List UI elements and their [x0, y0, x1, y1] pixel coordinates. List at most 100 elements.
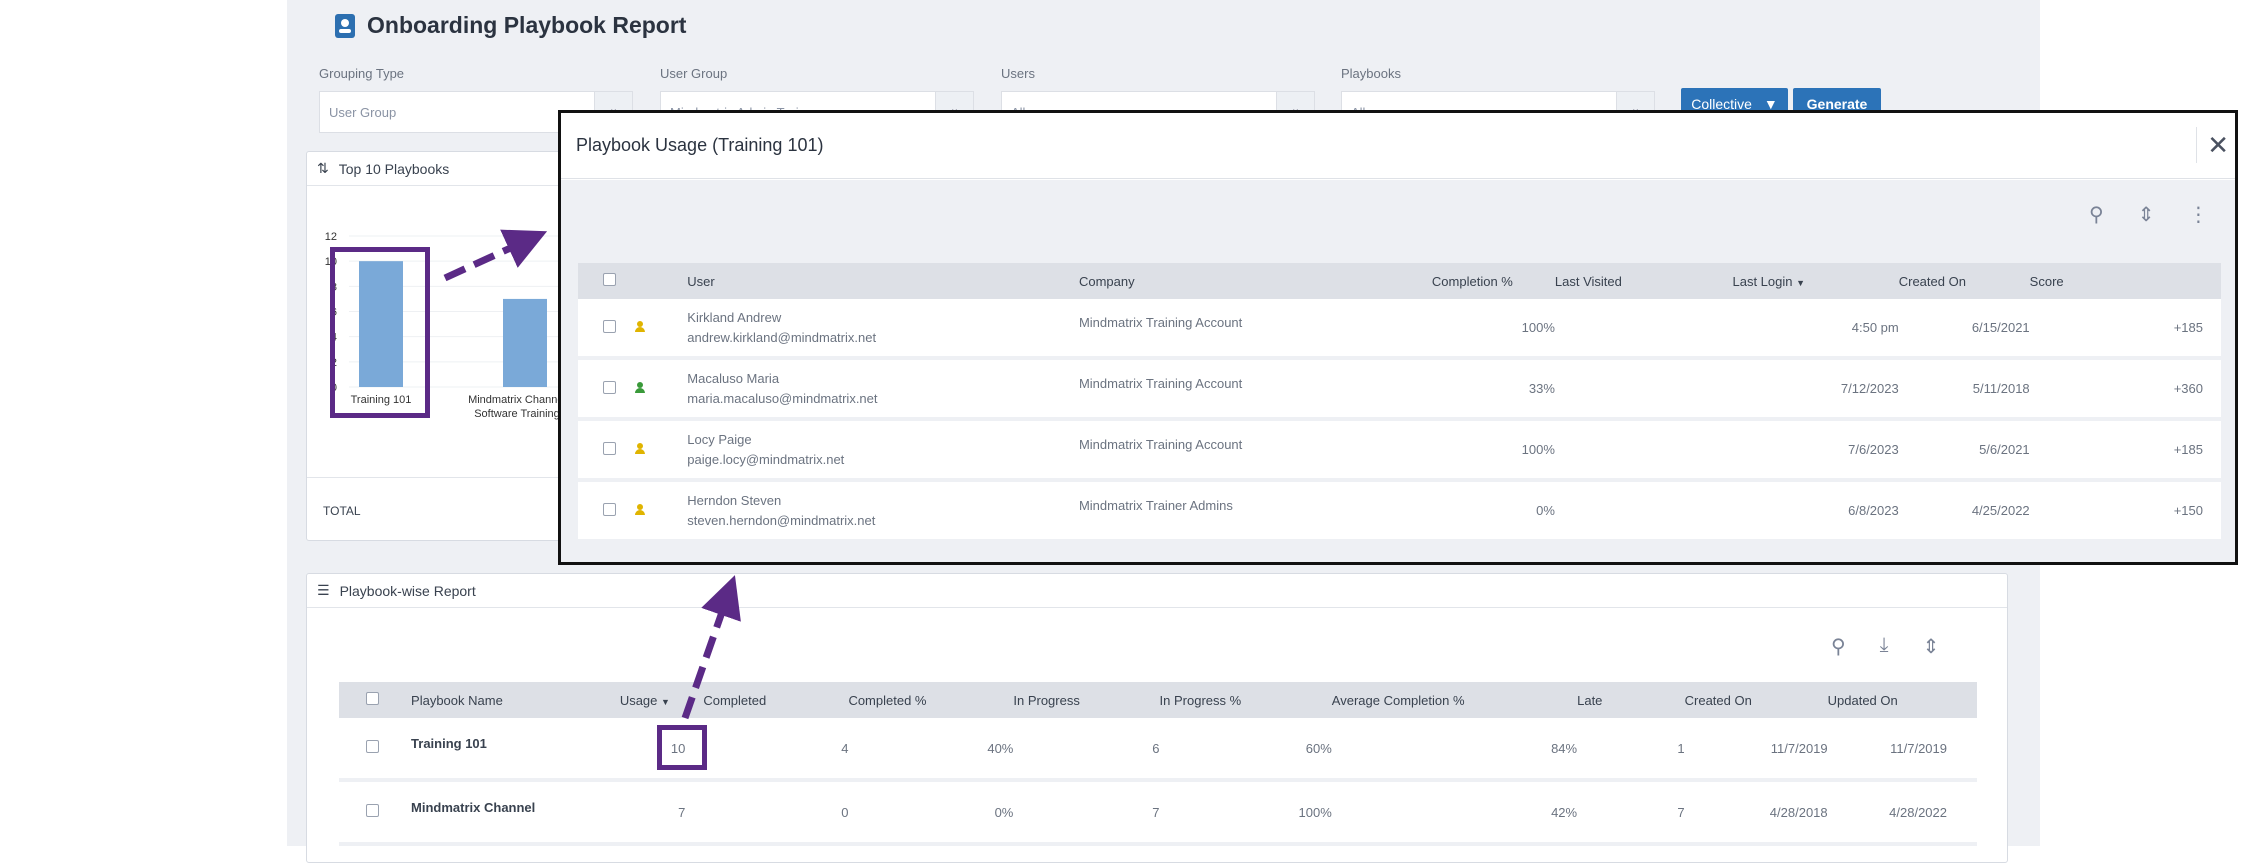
select-all-checkbox[interactable] — [366, 692, 379, 705]
y-tick-label: 12 — [325, 231, 337, 243]
close-icon[interactable]: ✕ — [2196, 127, 2229, 163]
status-col — [634, 263, 688, 299]
col-in-progress[interactable]: In Progress — [1013, 682, 1160, 718]
col-user[interactable]: User — [687, 263, 1079, 299]
col-usage[interactable]: Usage ▼ — [619, 682, 704, 718]
in-progress-pct: 60% — [1159, 718, 1332, 782]
completed-pct: 0% — [848, 782, 1014, 846]
completion-pct: 100% — [1431, 299, 1555, 360]
completion-pct: 100% — [1431, 421, 1555, 482]
search-icon[interactable]: ⚲ — [2089, 202, 2104, 227]
completion-pct: 0% — [1431, 482, 1555, 543]
table-header-row: User Company Completion % Last Visited L… — [578, 263, 2221, 299]
col-completed[interactable]: Completed — [703, 682, 849, 718]
row-checkbox[interactable] — [366, 740, 379, 753]
usage-cell-highlight — [657, 725, 707, 770]
col-updated-on[interactable]: Updated On — [1827, 682, 1977, 718]
select-all-checkbox[interactable] — [603, 273, 616, 286]
created-on: 11/7/2019 — [1684, 718, 1828, 782]
filter-label: User Group — [660, 66, 728, 81]
last-visited — [1554, 360, 1733, 421]
download-icon[interactable]: ⤓ — [1880, 634, 1889, 659]
created-on: 4/25/2022 — [1898, 482, 2030, 543]
last-login: 6/8/2023 — [1732, 482, 1899, 543]
modal-header: Playbook Usage (Training 101) ✕ — [561, 113, 2235, 179]
average-completion: 84% — [1331, 718, 1578, 782]
col-created-on[interactable]: Created On — [1898, 263, 2030, 299]
created-on: 5/11/2018 — [1898, 360, 2030, 421]
updated-on: 4/28/2022 — [1827, 782, 1977, 846]
row-checkbox[interactable] — [366, 804, 379, 817]
table-row[interactable]: Herndon Steven steven.herndon@mindmatrix.… — [578, 482, 2221, 543]
col-score[interactable]: Score — [2029, 263, 2221, 299]
user-icon — [634, 382, 645, 393]
in-progress-link[interactable]: 7 — [1013, 782, 1160, 846]
more-vertical-icon[interactable]: ⋮ — [2188, 202, 2208, 227]
last-login: 7/12/2023 — [1732, 360, 1899, 421]
completed-pct: 40% — [848, 718, 1014, 782]
row-checkbox[interactable] — [603, 502, 616, 516]
sort-icon[interactable]: ⇕ — [1923, 634, 1940, 659]
user-email: paige.locy@mindmatrix.net — [687, 452, 845, 467]
row-checkbox-cell — [578, 482, 635, 543]
row-checkbox[interactable] — [603, 319, 616, 333]
playbook-table: Playbook Name Usage ▼ Completed Complete… — [339, 682, 1977, 846]
total-label: TOTAL — [323, 504, 361, 518]
filter-label: Playbooks — [1341, 66, 1401, 81]
last-login: 4:50 pm — [1732, 299, 1899, 360]
row-checkbox-cell — [339, 782, 412, 846]
table-row[interactable]: Locy Paige paige.locy@mindmatrix.net Mindm… — [578, 421, 2221, 482]
col-playbook-name[interactable]: Playbook Name — [411, 682, 620, 718]
table-row[interactable]: Macaluso Maria maria.macaluso@mindmatrix.… — [578, 360, 2221, 421]
completed-link[interactable]: 4 — [703, 718, 849, 782]
updated-on: 11/7/2019 — [1827, 718, 1977, 782]
created-on: 6/15/2021 — [1898, 299, 2030, 360]
company: Mindmatrix Training Account — [1078, 299, 1432, 360]
sort-down-icon: ▼ — [1796, 277, 1806, 288]
modal-title: Playbook Usage (Training 101) — [576, 135, 824, 155]
in-progress-pct: 100% — [1159, 782, 1332, 846]
completion-pct: 33% — [1431, 360, 1555, 421]
report-toolbar: ⚲ ⤓ ⇕ — [1831, 634, 1939, 659]
table-row[interactable]: Kirkland Andrew andrew.kirkland@mindmatri… — [578, 299, 2221, 360]
row-checkbox[interactable] — [603, 441, 616, 455]
sort-icon[interactable]: ⇕ — [2138, 202, 2155, 227]
last-visited — [1554, 299, 1733, 360]
col-last-login[interactable]: Last Login ▼ — [1732, 263, 1899, 299]
search-icon[interactable]: ⚲ — [1831, 634, 1846, 659]
row-checkbox[interactable] — [603, 380, 616, 394]
col-average-completion[interactable]: Average Completion % — [1331, 682, 1578, 718]
col-last-visited[interactable]: Last Visited — [1554, 263, 1733, 299]
user-name[interactable]: Kirkland Andrew — [687, 310, 1079, 325]
status-cell — [634, 421, 688, 482]
col-company[interactable]: Company — [1078, 263, 1432, 299]
col-completed-pct[interactable]: Completed % — [848, 682, 1014, 718]
usage-link[interactable]: 7 — [619, 782, 704, 846]
user-email: maria.macaluso@mindmatrix.net — [687, 391, 878, 406]
filter-label: Users — [1001, 66, 1035, 81]
table-row[interactable]: Mindmatrix Channel 7 0 0% 7 100% 42% 7 4… — [339, 782, 1977, 846]
user-cell: Herndon Steven steven.herndon@mindmatrix.… — [687, 482, 1079, 543]
report-icon — [335, 13, 355, 38]
created-on: 5/6/2021 — [1898, 421, 2030, 482]
table-row[interactable]: Training 101 10 4 40% 6 60% 84% 1 11/7/2… — [339, 718, 1977, 782]
user-name[interactable]: Locy Paige — [687, 432, 1079, 447]
col-completion[interactable]: Completion % — [1431, 263, 1555, 299]
in-progress-link[interactable]: 6 — [1013, 718, 1160, 782]
user-name[interactable]: Macaluso Maria — [687, 371, 1079, 386]
col-in-progress-pct[interactable]: In Progress % — [1159, 682, 1332, 718]
user-name[interactable]: Herndon Steven — [687, 493, 1079, 508]
status-cell — [634, 482, 688, 543]
playbook-usage-modal: Playbook Usage (Training 101) ✕ ⚲ ⇕ ⋮ Us… — [558, 110, 2238, 565]
status-cell — [634, 299, 688, 360]
modal-toolbar: ⚲ ⇕ ⋮ — [2089, 202, 2208, 227]
bar-1[interactable] — [503, 298, 547, 387]
col-late[interactable]: Late — [1577, 682, 1685, 718]
panel-header: ☰ Playbook-wise Report — [307, 574, 2007, 608]
user-icon — [634, 504, 645, 515]
score: +185 — [2029, 299, 2221, 360]
late-link[interactable]: 7 — [1577, 782, 1685, 846]
late-link[interactable]: 1 — [1577, 718, 1685, 782]
col-created-on[interactable]: Created On — [1684, 682, 1828, 718]
completed-link[interactable]: 0 — [703, 782, 849, 846]
